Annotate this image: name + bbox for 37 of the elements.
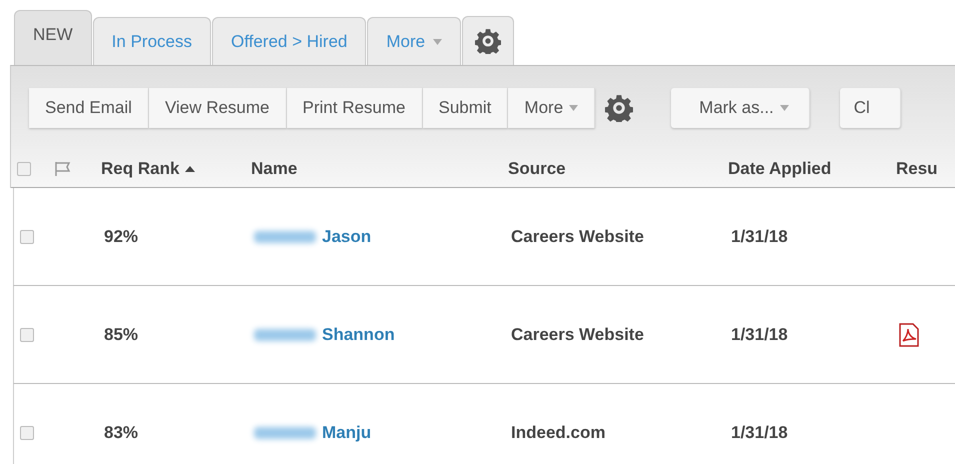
column-header[interactable]: Req Rank xyxy=(101,158,251,178)
table-cell-text: 83% xyxy=(104,422,140,442)
pdf-icon[interactable] xyxy=(899,322,919,346)
toolbar-button[interactable]: Send Email xyxy=(29,88,149,128)
column-header[interactable]: Date Applied xyxy=(728,158,896,178)
table-cell-text: 1/31/18 xyxy=(731,422,789,442)
table-cell-text: 1/31/18 xyxy=(731,324,789,344)
toolbar-button[interactable]: Cl xyxy=(840,88,901,128)
checkbox[interactable] xyxy=(20,230,34,244)
checkbox[interactable] xyxy=(17,162,31,176)
mark-as-dropdown[interactable]: Mark as... xyxy=(671,88,810,128)
redacted-text xyxy=(254,426,316,438)
table-cell-text: Careers Website xyxy=(511,226,645,246)
toolbar-button[interactable]: View Resume xyxy=(148,88,287,128)
redacted-text xyxy=(254,328,316,340)
toolbar-button[interactable]: Print Resume xyxy=(286,88,422,128)
gear-icon[interactable] xyxy=(475,28,502,54)
checkbox[interactable] xyxy=(20,328,34,342)
candidate-link[interactable]: Manju xyxy=(322,422,372,442)
table-cell-text: Indeed.com xyxy=(511,422,606,442)
table-cell-text: Careers Website xyxy=(511,324,645,344)
gear-icon[interactable] xyxy=(605,94,634,122)
table-cell-text: 1/31/18 xyxy=(731,226,789,246)
candidate-link[interactable]: Jason xyxy=(322,226,372,246)
settings-tab[interactable] xyxy=(462,16,514,65)
candidate-link[interactable]: Shannon xyxy=(322,324,395,344)
column-header[interactable]: Source xyxy=(508,158,728,178)
toolbar-button[interactable]: More xyxy=(508,88,596,128)
column-header[interactable]: Name xyxy=(251,158,508,178)
redacted-text xyxy=(254,230,316,242)
flag-icon xyxy=(55,162,71,176)
toolbar-button[interactable]: Submit xyxy=(422,88,508,128)
checkbox[interactable] xyxy=(20,426,34,440)
table-cell-text: 92% xyxy=(104,226,140,246)
column-header[interactable]: Resu xyxy=(896,158,955,178)
tab[interactable]: NEW xyxy=(14,10,92,65)
table-cell-text: 85% xyxy=(104,324,140,344)
